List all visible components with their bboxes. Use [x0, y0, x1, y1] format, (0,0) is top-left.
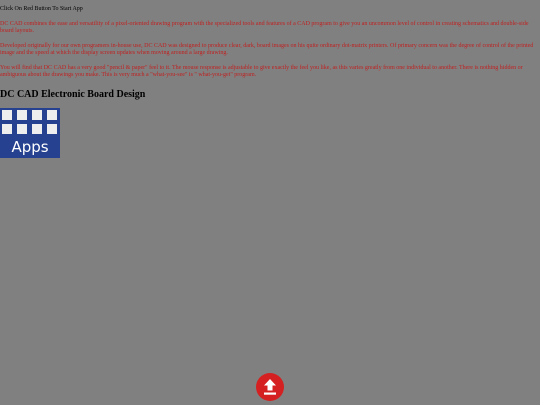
apps-label: Apps	[11, 138, 49, 156]
page-title: DC CAD Electronic Board Design	[0, 89, 146, 100]
apps-button[interactable]: Apps	[0, 108, 60, 158]
start-instruction: Click On Red Button To Start App	[0, 6, 83, 12]
upload-arrow-icon	[264, 379, 276, 395]
description-paragraph-3: You will find that DC CAD has a very goo…	[0, 65, 523, 78]
start-app-button[interactable]	[256, 373, 284, 401]
apps-grid-icon	[2, 110, 58, 136]
description-paragraph-1: DC CAD combines the ease and versatility…	[0, 21, 529, 34]
description-paragraph-2: Developed originally for our own program…	[0, 43, 534, 56]
